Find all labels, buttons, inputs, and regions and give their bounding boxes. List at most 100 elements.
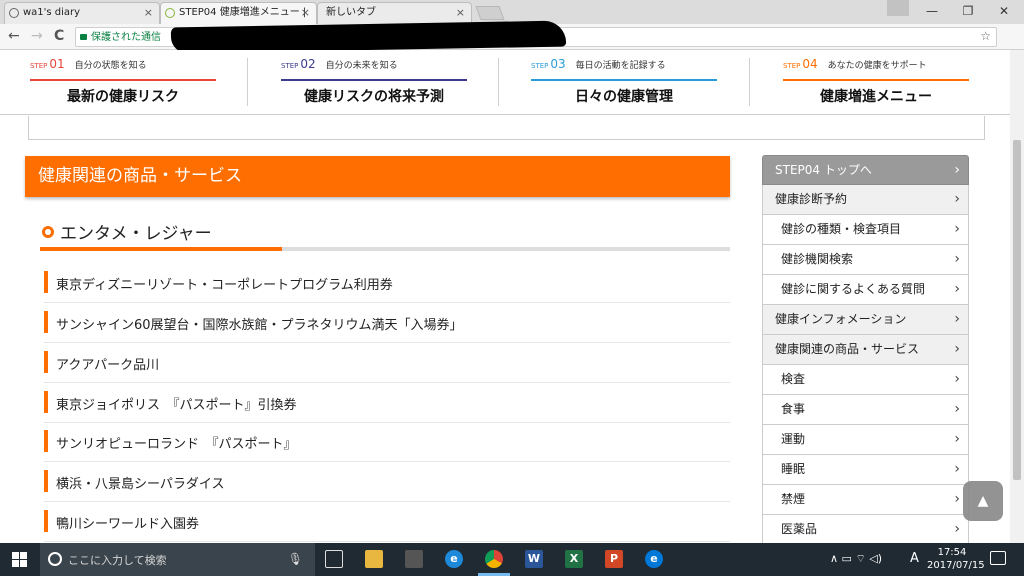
sidenav-health-products[interactable]: 健康関連の商品・サービス › [762,335,969,365]
site-favicon-icon [9,8,19,18]
step-03[interactable]: STEP 03 毎日の活動を記録する 日々の健康管理 [531,56,717,111]
sidenav-label: 健康関連の商品・サービス [775,342,920,356]
step-prefix: STEP [783,62,801,70]
tab-diary[interactable]: wa1's diary × [4,2,160,24]
lock-icon [80,34,87,40]
microphone-icon[interactable]: 🎙 [288,552,303,566]
file-explorer-icon[interactable] [365,550,383,568]
list-item-link[interactable]: 横浜・八景島シーパラダイス [56,473,224,492]
task-view-icon[interactable] [325,550,343,568]
sidenav-label: STEP04 トップへ [775,163,872,177]
sidenav-meals[interactable]: 食事 › [762,395,969,425]
forward-button[interactable]: → [31,28,43,44]
new-tab-button[interactable] [475,6,505,20]
step-underline [531,79,717,81]
chevron-right-icon: › [954,341,960,357]
tab-close-icon[interactable]: × [456,3,465,23]
sidenav-step04-top[interactable]: STEP04 トップへ › [762,155,969,185]
list-item-link[interactable]: 東京ディズニーリゾート・コーポレートプログラム利用券 [56,274,393,293]
taskbar-clock[interactable]: 17:54 2017/07/15 [927,546,985,572]
list-item[interactable]: 鴨川シーワールド入園券 [44,502,730,542]
step-underline [281,79,467,81]
list-item[interactable]: サンシャイン60展望台・国際水族館・プラネタリウム満天「入場券」 [44,303,730,343]
action-center-icon[interactable] [990,551,1006,565]
list-item-link[interactable]: サンリオピューロランド 『パスポート』 [56,433,297,452]
tab-close-icon[interactable]: × [301,3,310,23]
step-02[interactable]: STEP 02 自分の未来を知る 健康リスクの将来予測 [281,56,467,111]
word-icon[interactable]: W [525,550,543,568]
chrome-icon[interactable] [485,550,503,568]
sidenav-checkup-types[interactable]: 健診の種類・検査項目 › [762,215,969,245]
powerpoint-icon[interactable]: P [605,550,623,568]
list-item[interactable]: 東京ディズニーリゾート・コーポレートプログラム利用券 [44,263,730,303]
item-accent-bar [44,391,48,413]
sidenav-health-info[interactable]: 健康インフォメーション › [762,305,969,335]
list-item-link[interactable]: サンシャイン60展望台・国際水族館・プラネタリウム満天「入場券」 [56,314,463,333]
side-navigation: STEP04 トップへ › 健康診断予約 › 健診の種類・検査項目 › 健診機関検索 ›… [762,155,969,543]
ime-indicator[interactable]: A [910,551,919,566]
sidenav-no-smoking[interactable]: 禁煙 › [762,485,969,515]
list-item-link[interactable]: 鴨川シーワールド入園券 [56,513,199,532]
chevron-right-icon: › [954,461,960,477]
sidenav-sleep[interactable]: 睡眠 › [762,455,969,485]
tab-title: wa1's diary [23,7,81,18]
step-underline [783,79,969,81]
step-01[interactable]: STEP 01 自分の状態を知る 最新の健康リスク [30,56,216,111]
sidenav-checkup-faq[interactable]: 健診に関するよくある質問 › [762,275,969,305]
tab-new[interactable]: 新しいタブ × [317,2,472,24]
windows-start-icon[interactable] [12,552,28,568]
step-caption: 自分の未来を知る [325,61,398,71]
edge-icon[interactable]: e [645,550,663,568]
sidenav-inspection[interactable]: 検査 › [762,365,969,395]
list-item[interactable]: 東京ジョイポリス 『パスポート』引換券 [44,383,730,423]
section-title-bar: 健康関連の商品・サービス [25,156,730,197]
web-page: STEP 01 自分の状態を知る 最新の健康リスク STEP 02 自分の未来を知る 健… [0,50,1024,543]
sidenav-medicine[interactable]: 医薬品 › [762,515,969,543]
sidenav-label: 睡眠 [781,462,806,476]
store-icon[interactable] [405,550,423,568]
step-number: 03 [550,57,566,71]
step-title: 最新の健康リスク [67,89,179,105]
restore-button[interactable]: ❐ [950,0,986,22]
tab-step04[interactable]: STEP04 健康増進メニュー | × [160,2,317,24]
chevron-right-icon: › [954,281,960,297]
list-item[interactable]: サンリオピューロランド 『パスポート』 [44,422,730,462]
step-prefix: STEP [281,62,299,70]
tray-icons[interactable]: ∧ ▭ ⌔ ◁) [830,552,882,566]
url-bar[interactable]: 保護された通信 ☆ [75,20,997,54]
page-scrollbar[interactable] [1010,50,1024,543]
list-item[interactable]: 横浜・八景島シーパラダイス [44,462,730,502]
minimize-button[interactable]: — [914,0,950,22]
sidenav-exercise[interactable]: 運動 › [762,425,969,455]
taskbar-search-box[interactable]: ここに入力して検索 🎙 [40,543,315,576]
list-item-link[interactable]: 東京ジョイポリス 『パスポート』引換券 [56,394,297,413]
heading-underline [282,247,730,251]
scroll-to-top-button[interactable]: ▲ [963,481,1003,521]
chevron-right-icon: › [954,371,960,387]
list-item-link[interactable]: アクアパーク品川 [56,354,159,373]
bookmark-star-icon[interactable]: ☆ [980,29,991,43]
list-item[interactable]: アクアパーク品川 [44,343,730,383]
step-caption-row: STEP 03 毎日の活動を記録する [531,56,717,74]
close-window-button[interactable]: ✕ [986,0,1022,22]
tab-close-icon[interactable]: × [144,3,153,23]
chevron-right-icon: › [954,491,960,507]
sidenav-checkup-booking[interactable]: 健康診断予約 › [762,185,969,215]
step-prefix: STEP [531,62,549,70]
secure-indicator[interactable]: 保護された通信 [80,29,161,47]
scrollbar-thumb[interactable] [1013,140,1021,480]
item-accent-bar [44,311,48,333]
clock-time: 17:54 [937,547,967,558]
reload-button[interactable]: C [54,28,64,44]
sidenav-label: 検査 [781,372,806,386]
internet-explorer-icon[interactable]: e [445,550,463,568]
back-button[interactable]: ← [8,28,20,44]
step-04[interactable]: STEP 04 あなたの健康をサポート 健康増進メニュー [783,56,969,111]
redacted-url [170,20,567,54]
sidenav-label: 食事 [781,402,806,416]
sidenav-facility-search[interactable]: 健診機関検索 › [762,245,969,275]
excel-icon[interactable]: X [565,550,583,568]
step-divider [498,58,499,106]
search-placeholder: ここに入力して検索 [68,554,167,567]
profile-icon[interactable] [887,0,909,16]
